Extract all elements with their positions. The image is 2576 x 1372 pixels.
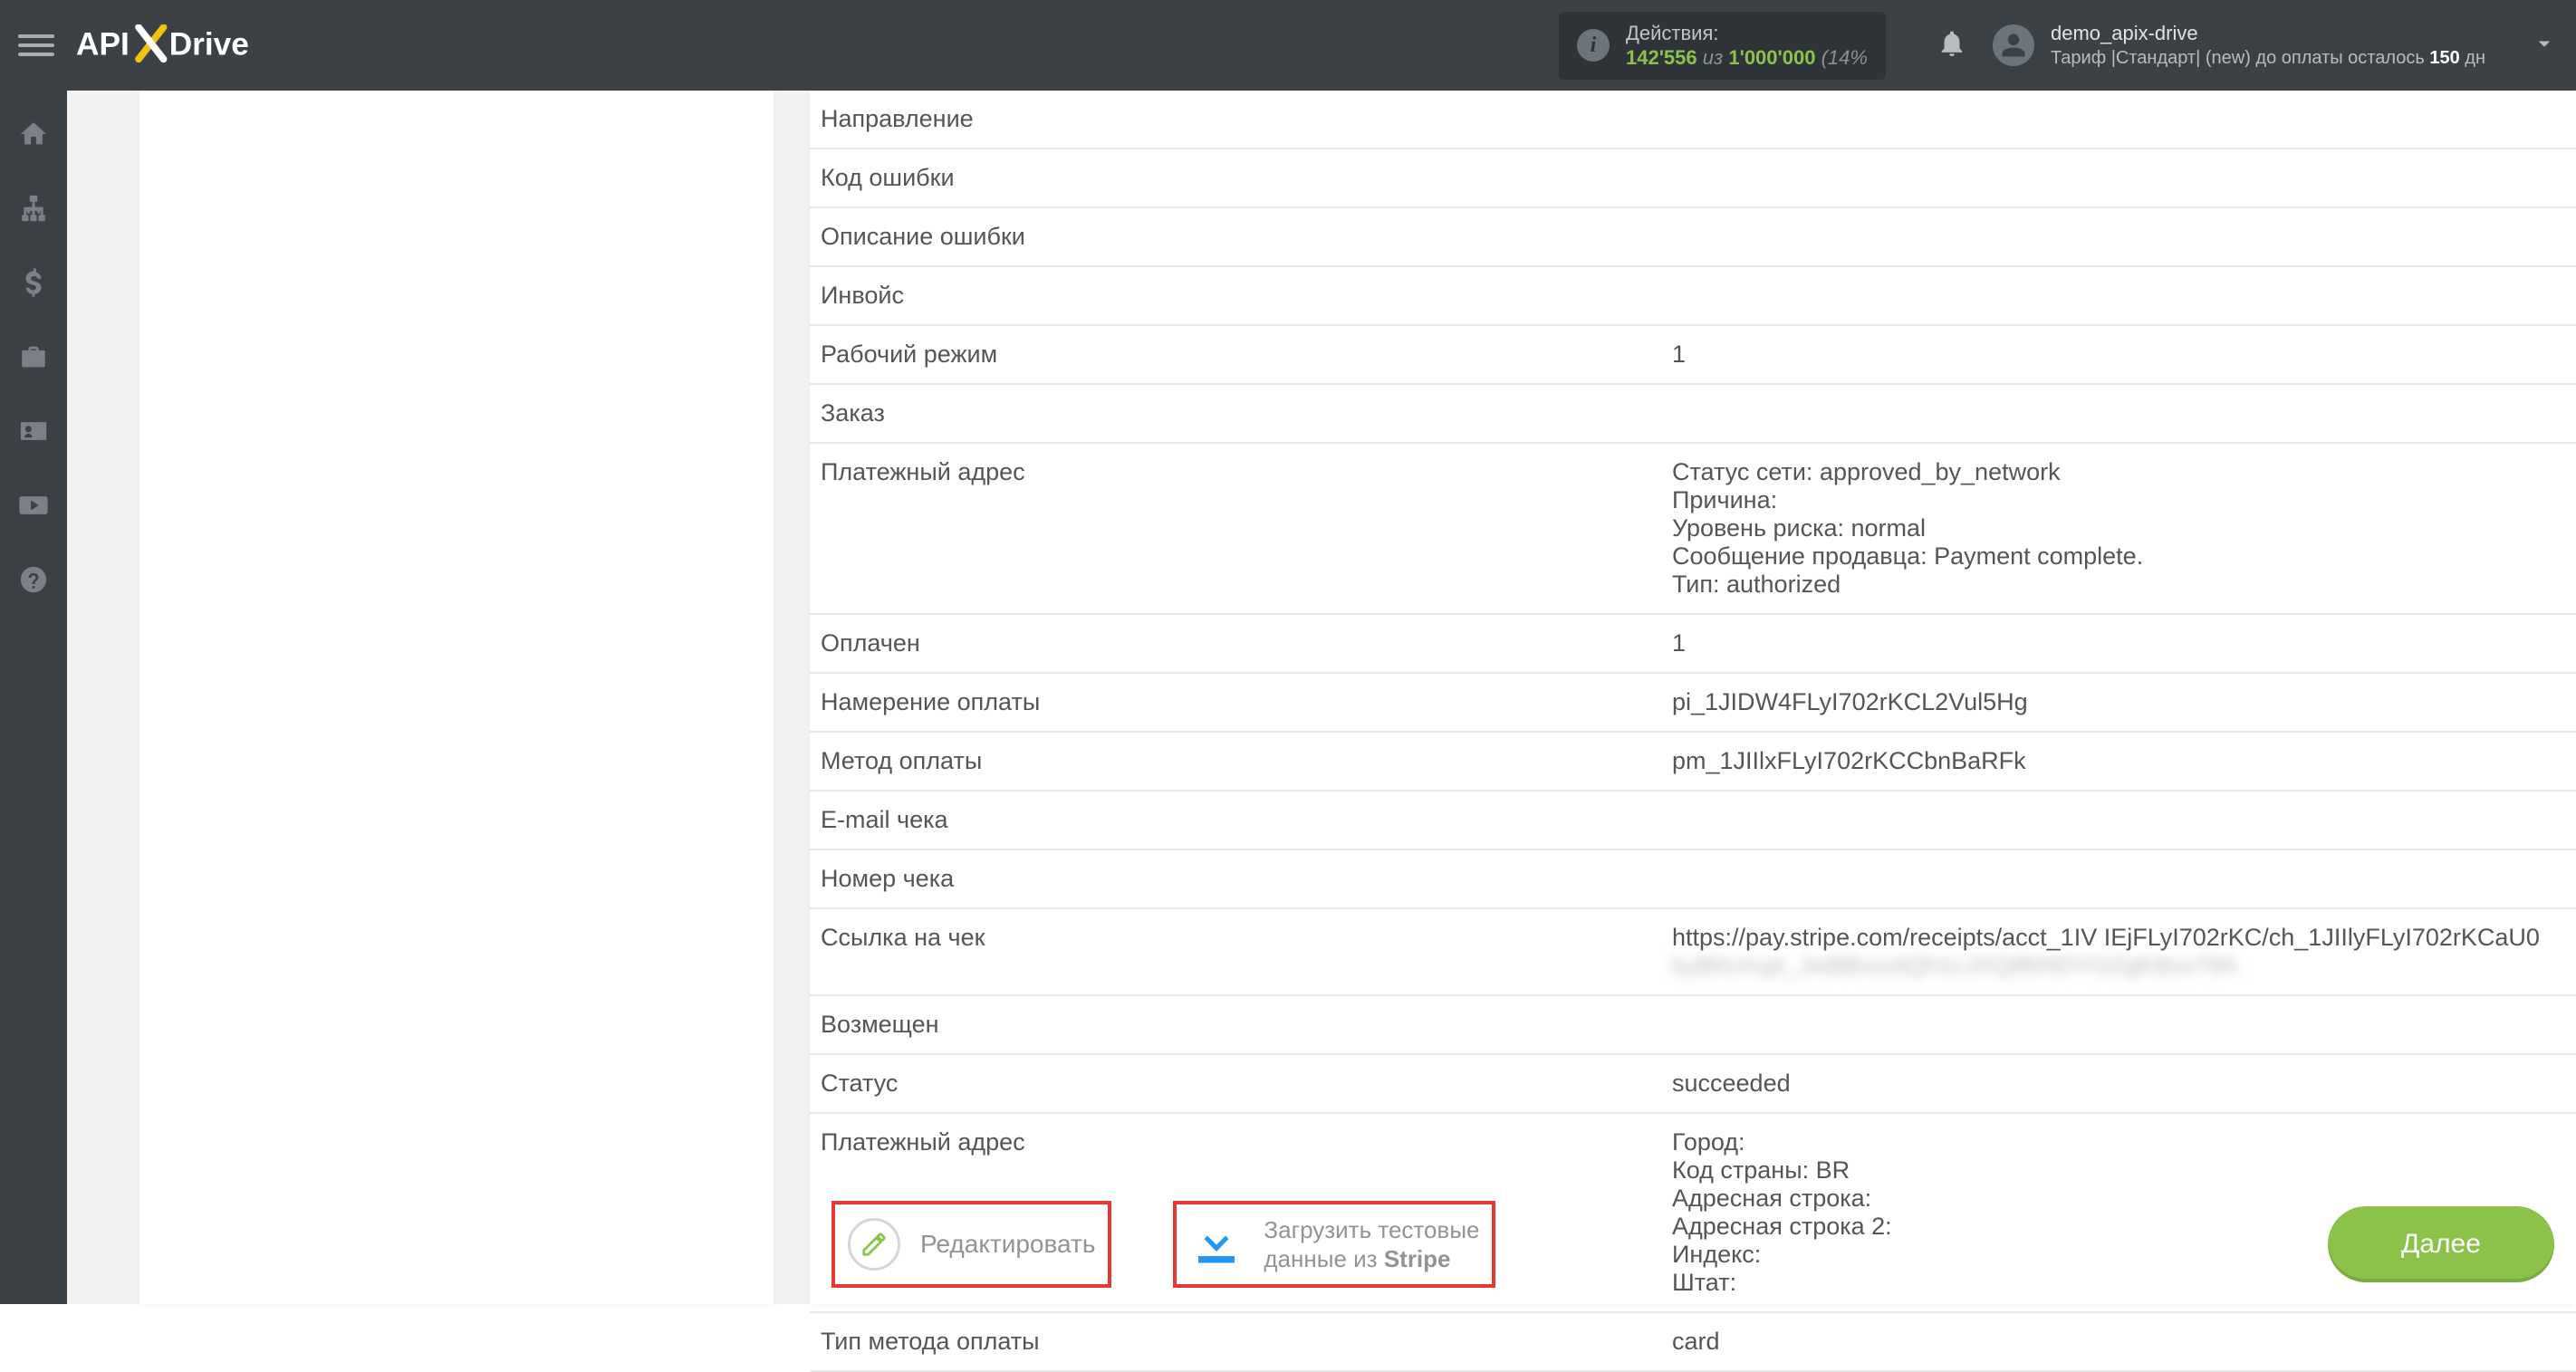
dollar-icon[interactable]	[17, 266, 50, 299]
table-row: Оплачен1	[810, 615, 2576, 674]
table-row: Возмещен	[810, 996, 2576, 1055]
left-panel	[139, 91, 774, 1304]
row-value	[1661, 850, 2576, 907]
tariff-line: Тариф |Стандарт| (new) до оплаты осталос…	[2051, 46, 2485, 70]
table-row: Тип метода оплатыcard	[810, 1313, 2576, 1372]
row-value	[1661, 996, 2576, 1053]
help-icon[interactable]	[17, 563, 50, 596]
row-value: pi_1JIDW4FLyI702rKCL2Vul5Hg	[1661, 674, 2576, 731]
load-test-data-button[interactable]: Загрузить тестовые данные из Stripe	[1173, 1201, 1495, 1288]
action-bar: Редактировать Загрузить тестовые данные …	[810, 1201, 2576, 1288]
svg-text:Drive: Drive	[169, 27, 249, 62]
table-row: Платежный адресСтатус сети: approved_by_…	[810, 444, 2576, 615]
row-label: Ссылка на чек	[810, 909, 1661, 994]
row-value: https://pay.stripe.com/receipts/acct_1IV…	[1661, 909, 2576, 994]
right-panel: НаправлениеКод ошибкиОписание ошибкиИнво…	[810, 91, 2576, 1304]
row-label: Заказ	[810, 385, 1661, 442]
avatar-icon	[1993, 24, 2034, 66]
download-icon	[1189, 1215, 1244, 1274]
row-value	[1661, 385, 2576, 442]
user-area[interactable]: demo_apix-drive Тариф |Стандарт| (new) д…	[1993, 21, 2485, 71]
row-label: Код ошибки	[810, 149, 1661, 206]
row-label: Метод оплаты	[810, 733, 1661, 790]
row-label: Тип метода оплаты	[810, 1313, 1661, 1370]
sitemap-icon[interactable]	[17, 192, 50, 225]
table-row: Направление	[810, 91, 2576, 149]
row-label: Оплачен	[810, 615, 1661, 672]
svg-text:API: API	[76, 27, 130, 62]
chevron-down-icon[interactable]	[2531, 30, 2558, 62]
row-value	[1661, 149, 2576, 206]
row-label: Направление	[810, 91, 1661, 148]
row-value: card	[1661, 1313, 2576, 1370]
row-value: Статус сети: approved_by_network Причина…	[1661, 444, 2576, 613]
table-row: Описание ошибки	[810, 208, 2576, 267]
table-row: Заказ	[810, 385, 2576, 444]
username: demo_apix-drive	[2051, 21, 2485, 47]
row-label: Инвойс	[810, 267, 1661, 324]
row-value	[1661, 267, 2576, 324]
table-row: Метод оплатыpm_1JIIlxFLyI702rKCCbnBaRFk	[810, 733, 2576, 792]
table-row: Намерение оплатыpi_1JIDW4FLyI702rKCL2Vul…	[810, 674, 2576, 733]
edit-label: Редактировать	[920, 1230, 1095, 1259]
row-label: Номер чека	[810, 850, 1661, 907]
left-rail	[0, 91, 67, 1304]
content-area: НаправлениеКод ошибкиОписание ошибкиИнво…	[67, 91, 2576, 1304]
row-value	[1661, 208, 2576, 265]
row-value	[1661, 91, 2576, 148]
table-row: Ссылка на чекhttps://pay.stripe.com/rece…	[810, 909, 2576, 996]
app-logo[interactable]: API Drive	[76, 24, 298, 66]
row-label: Статус	[810, 1055, 1661, 1112]
pencil-icon	[848, 1218, 900, 1271]
top-header: API Drive i Действия: 142'556 из 1'000'0…	[0, 0, 2576, 91]
usage-values: 142'556 из 1'000'000 (14%	[1626, 45, 1868, 71]
table-row: E-mail чека	[810, 792, 2576, 850]
row-value: 1	[1661, 326, 2576, 383]
row-value: 1	[1661, 615, 2576, 672]
row-label: Возмещен	[810, 996, 1661, 1053]
table-row: Статусsucceeded	[810, 1055, 2576, 1114]
table-row: Рабочий режим1	[810, 326, 2576, 385]
home-icon[interactable]	[17, 118, 50, 150]
next-button[interactable]: Далее	[2328, 1206, 2554, 1282]
row-label: E-mail чека	[810, 792, 1661, 849]
table-row: Код ошибки	[810, 149, 2576, 208]
briefcase-icon[interactable]	[17, 341, 50, 373]
table-row: Инвойс	[810, 267, 2576, 326]
row-label: Платежный адрес	[810, 444, 1661, 613]
row-value: pm_1JIIlxFLyI702rKCCbnBaRFk	[1661, 733, 2576, 790]
row-label: Намерение оплаты	[810, 674, 1661, 731]
row-label: Описание ошибки	[810, 208, 1661, 265]
row-value	[1661, 792, 2576, 849]
edit-button[interactable]: Редактировать	[831, 1201, 1111, 1288]
youtube-icon[interactable]	[17, 489, 50, 522]
row-value: succeeded	[1661, 1055, 2576, 1112]
details-table: НаправлениеКод ошибкиОписание ошибкиИнво…	[810, 91, 2576, 1372]
menu-toggle-button[interactable]	[18, 27, 54, 63]
table-row: Номер чека	[810, 850, 2576, 909]
usage-status-box[interactable]: i Действия: 142'556 из 1'000'000 (14%	[1559, 12, 1886, 80]
info-icon: i	[1577, 29, 1610, 62]
load-test-data-label: Загрузить тестовые данные из Stripe	[1264, 1215, 1479, 1274]
notifications-bell-icon[interactable]	[1937, 28, 1967, 63]
idcard-icon[interactable]	[17, 415, 50, 447]
row-label: Рабочий режим	[810, 326, 1661, 383]
usage-label: Действия:	[1626, 21, 1868, 46]
